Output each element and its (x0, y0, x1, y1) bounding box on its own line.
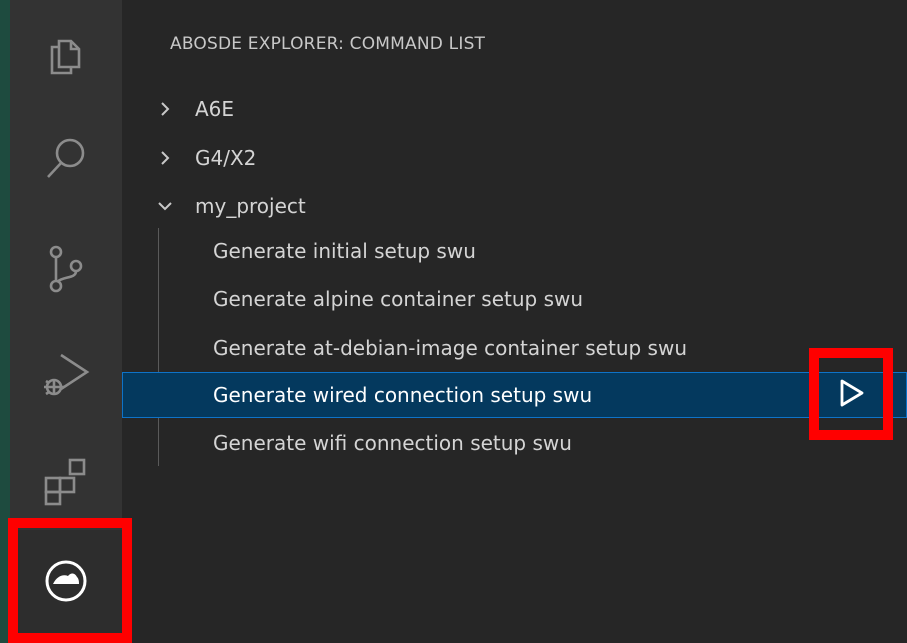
run-command-button[interactable] (831, 372, 871, 418)
tree-item-label: G4/X2 (195, 146, 257, 170)
tree-item-a6e[interactable]: A6E (122, 86, 907, 132)
command-item[interactable]: Generate alpine container setup swu (122, 276, 907, 322)
tree-item-label: my_project (195, 194, 306, 218)
source-control-icon[interactable] (10, 228, 122, 308)
command-item[interactable]: Generate wifi connection setup swu (122, 420, 907, 466)
chevron-right-icon (155, 135, 175, 181)
command-item[interactable]: Generate initial setup swu (122, 228, 907, 274)
command-label: Generate wired connection setup swu (213, 383, 593, 407)
play-icon (836, 377, 866, 414)
window-edge (0, 0, 10, 643)
tree-item-my-project[interactable]: my_project (122, 183, 907, 229)
tree-item-label: A6E (195, 97, 235, 121)
activity-item-abos-explorer[interactable] (10, 530, 122, 635)
panel-title: ABOSDE EXPLORER: COMMAND LIST (170, 34, 486, 54)
extensions-icon[interactable] (10, 440, 122, 520)
files-icon[interactable] (10, 12, 122, 92)
abos-explorer-icon (43, 558, 89, 608)
command-label: Generate at-debian-image container setup… (213, 336, 688, 360)
tree-item-g4-x2[interactable]: G4/X2 (122, 135, 907, 181)
command-label: Generate alpine container setup swu (213, 287, 584, 311)
command-item[interactable]: Generate at-debian-image container setup… (122, 325, 907, 371)
run-and-debug-icon[interactable] (10, 334, 122, 414)
chevron-down-icon (155, 183, 175, 229)
search-icon[interactable] (10, 118, 122, 198)
command-label: Generate initial setup swu (213, 239, 476, 263)
side-panel: ABOSDE EXPLORER: COMMAND LIST A6E G4/X2 … (122, 0, 907, 643)
command-label: Generate wifi connection setup swu (213, 431, 572, 455)
command-item-selected[interactable]: Generate wired connection setup swu (122, 372, 907, 418)
vscode-window: ABOSDE EXPLORER: COMMAND LIST A6E G4/X2 … (0, 0, 907, 643)
chevron-right-icon (155, 86, 175, 132)
